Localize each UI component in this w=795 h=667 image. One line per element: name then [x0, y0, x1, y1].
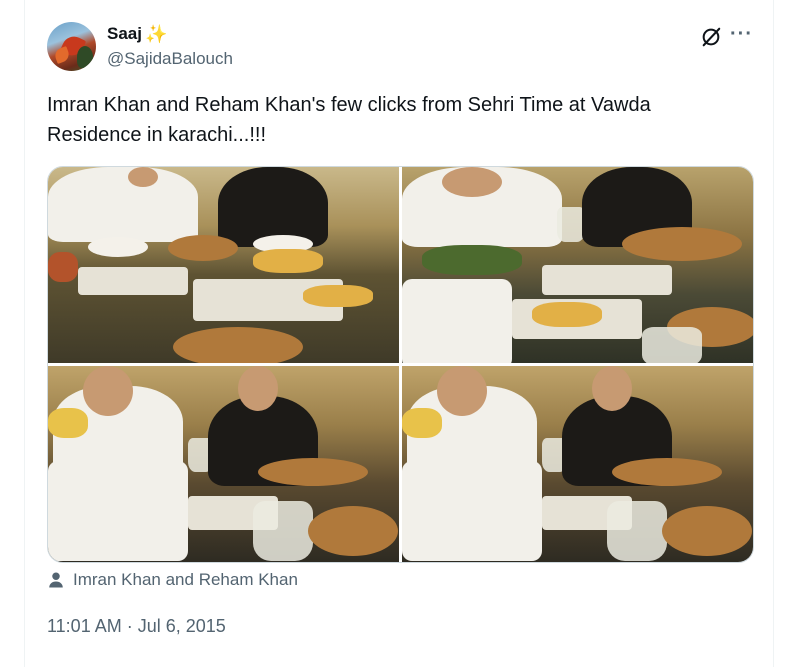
sparkle-emoji: ✨ [144, 24, 168, 44]
avatar[interactable] [47, 22, 96, 71]
photo-1[interactable] [48, 167, 399, 363]
grok-icon[interactable] [700, 26, 722, 48]
more-icon[interactable]: ··· [730, 23, 753, 46]
photo-3[interactable] [48, 366, 399, 562]
author-handle[interactable]: @SajidaBalouch [107, 49, 233, 69]
person-icon [49, 572, 63, 588]
tweet-header: Saaj ✨ @SajidaBalouch ··· [47, 22, 752, 74]
tweet-timestamp[interactable]: 11:01 AM · Jul 6, 2015 [47, 616, 226, 637]
media-grid [47, 166, 754, 563]
photo-2[interactable] [402, 167, 753, 363]
photo-4[interactable] [402, 366, 753, 562]
author-name-text: Saaj [107, 24, 142, 43]
author-name[interactable]: Saaj ✨ [107, 24, 167, 44]
tagged-people[interactable]: Imran Khan and Reham Khan [47, 570, 298, 590]
tweet-text: Imran Khan and Reham Khan's few clicks f… [47, 94, 651, 146]
tagged-people-text: Imran Khan and Reham Khan [73, 570, 298, 589]
tweet-card: Saaj ✨ @SajidaBalouch ··· Imran Khan and… [24, 0, 774, 667]
